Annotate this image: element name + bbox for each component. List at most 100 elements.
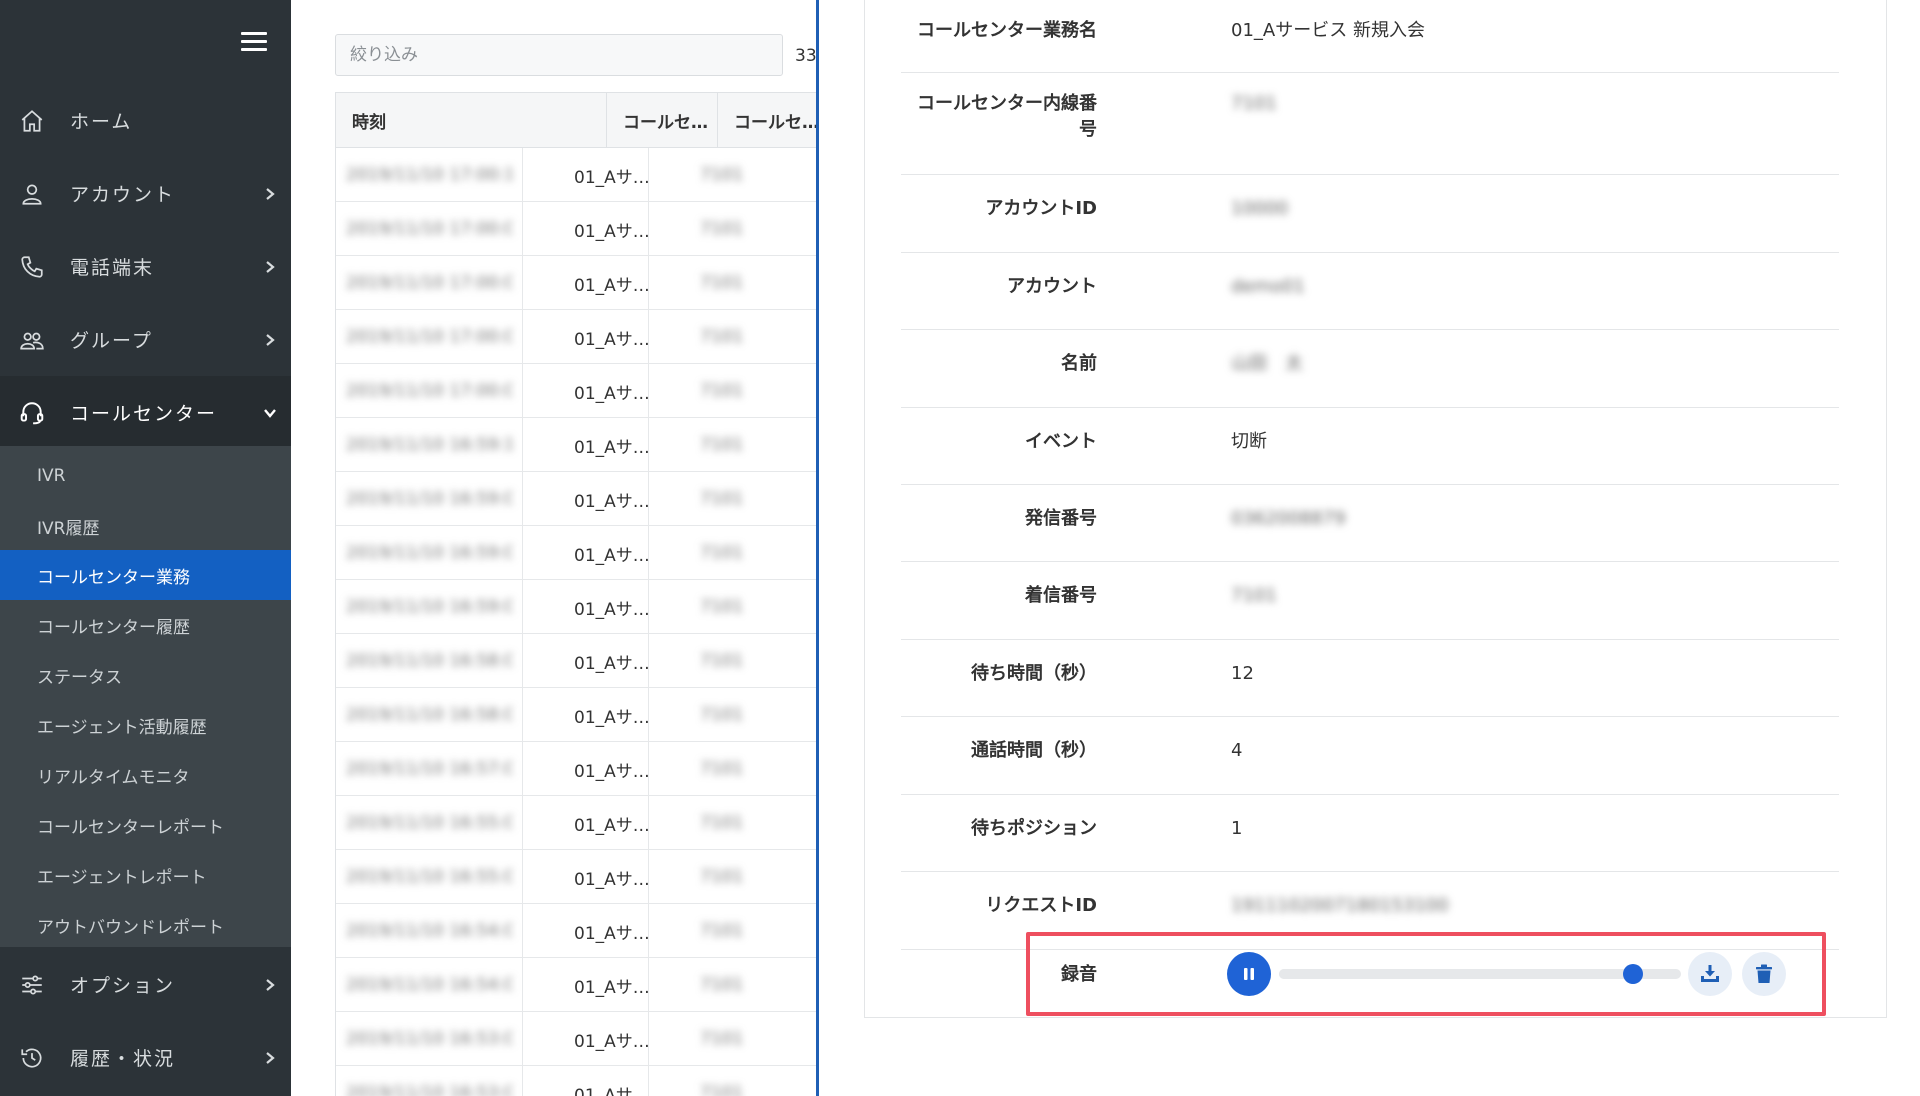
detail-row: イベント 切断 <box>901 408 1839 485</box>
submenu-callcenter-tasks[interactable]: コールセンター業務 <box>0 550 291 600</box>
cell-time: 2019/11/10 16:55:00 <box>346 867 512 887</box>
detail-label: アカウント <box>1007 276 1097 297</box>
submenu-ivr-history[interactable]: IVR履歴 <box>0 501 291 551</box>
chevron-right-icon <box>266 260 275 273</box>
history-icon <box>21 1047 42 1068</box>
detail-row: 着信番号 7101 <box>901 562 1839 640</box>
submenu-realtime-monitor[interactable]: リアルタイムモニタ <box>0 750 291 800</box>
recording-row: 録音 <box>1026 932 1826 1016</box>
column-separator <box>522 148 523 1096</box>
submenu-callcenter-report[interactable]: コールセンターレポート <box>0 800 291 850</box>
submenu-status[interactable]: ステータス <box>0 650 291 700</box>
hamburger-menu-icon[interactable] <box>241 32 267 52</box>
column-header-time[interactable]: 時刻 <box>336 93 607 148</box>
submenu-label: ステータス <box>37 667 122 688</box>
cell-time: 2019/11/10 16:54:00 <box>346 921 512 941</box>
download-button[interactable] <box>1688 952 1732 996</box>
table-row[interactable]: 2019/11/10 17:00:08 01_Aサ… 7101 <box>336 256 818 310</box>
table-row[interactable]: 2019/11/10 17:00:03 01_Aサ… 7101 <box>336 364 818 418</box>
cell-time: 2019/11/10 17:00:08 <box>346 273 512 293</box>
nav-callcenter[interactable]: コールセンター <box>0 376 291 449</box>
submenu-label: アウトバウンドレポート <box>37 917 224 938</box>
nav-phone-label: 電話端末 <box>70 257 155 279</box>
nav-history[interactable]: 履歴・状況 <box>0 1021 291 1094</box>
nav-options[interactable]: オプション <box>0 948 291 1021</box>
records-table: 時刻 コールセ… コールセ… 2019/11/10 17:00:10 01_Aサ…… <box>335 92 818 1096</box>
detail-value: 切断 <box>1231 431 1267 452</box>
delete-button[interactable] <box>1742 952 1786 996</box>
table-row[interactable]: 2019/11/10 16:54:00 01_Aサ… 7101 <box>336 904 818 958</box>
nav-phone[interactable]: 電話端末 <box>0 230 291 303</box>
callcenter-submenu: IVR IVR履歴 コールセンター業務 コールセンター履歴 ステータス エージェ… <box>0 446 291 947</box>
table-row[interactable]: 2019/11/10 16:59:03 01_Aサ… 7101 <box>336 472 818 526</box>
pause-icon <box>1244 968 1254 980</box>
table-row[interactable]: 2019/11/10 17:00:05 01_Aサ… 7101 <box>336 310 818 364</box>
detail-value: 01_Aサービス 新規入会 <box>1231 20 1425 41</box>
detail-row: アカウントID 10000 <box>901 175 1839 253</box>
cell-callcenter-name: 01_Aサ… <box>574 545 650 566</box>
column-header-callcenter-name[interactable]: コールセ… <box>607 93 718 148</box>
detail-label: リクエストID <box>985 895 1097 916</box>
cell-time: 2019/11/10 16:53:00 <box>346 1083 512 1096</box>
cell-callcenter-ext: 7101 <box>700 975 744 995</box>
table-row[interactable]: 2019/11/10 16:55:01 01_Aサ… 7101 <box>336 796 818 850</box>
pause-button[interactable] <box>1227 952 1271 996</box>
cell-callcenter-ext: 7101 <box>700 1029 744 1049</box>
nav-group[interactable]: グループ <box>0 303 291 376</box>
cell-time: 2019/11/10 17:00:03 <box>346 381 512 401</box>
cell-time: 2019/11/10 16:55:01 <box>346 813 512 833</box>
nav-callcenter-label: コールセンター <box>70 403 218 425</box>
pane-divider[interactable] <box>816 0 819 1096</box>
table-row[interactable]: 2019/11/10 17:00:09 01_Aサ… 7101 <box>336 202 818 256</box>
filter-input[interactable] <box>335 34 783 76</box>
home-icon <box>21 109 43 132</box>
detail-value: 0362008879 <box>1231 508 1346 529</box>
cell-callcenter-ext: 7101 <box>700 273 744 293</box>
cell-callcenter-name: 01_Aサ… <box>574 167 650 188</box>
cell-time: 2019/11/10 16:58:00 <box>346 651 512 671</box>
detail-value: 10000 <box>1231 198 1289 219</box>
table-row[interactable]: 2019/11/10 16:58:00 01_Aサ… 7101 <box>336 634 818 688</box>
detail-label: イベント <box>1025 431 1097 452</box>
column-header-callcenter-ext[interactable]: コールセ… <box>718 93 818 148</box>
detail-value: 1911102007180153100 <box>1231 895 1449 916</box>
detail-value: 1 <box>1231 818 1243 839</box>
nav-account-label: アカウント <box>70 184 176 206</box>
submenu-agent-activity[interactable]: エージェント活動履歴 <box>0 700 291 750</box>
table-row[interactable]: 2019/11/10 16:53:00 01_Aサ… 7101 <box>336 1066 818 1096</box>
detail-label: 名前 <box>1061 353 1097 374</box>
cell-callcenter-name: 01_Aサ… <box>574 599 650 620</box>
submenu-callcenter-history[interactable]: コールセンター履歴 <box>0 600 291 650</box>
submenu-outbound-report[interactable]: アウトバウンドレポート <box>0 900 291 950</box>
user-icon <box>22 183 42 205</box>
cell-callcenter-ext: 7101 <box>700 705 744 725</box>
cell-callcenter-ext: 7101 <box>700 219 744 239</box>
table-row[interactable]: 2019/11/10 16:54:00 01_Aサ… 7101 <box>336 958 818 1012</box>
cell-callcenter-name: 01_Aサ… <box>574 491 650 512</box>
cell-callcenter-name: 01_Aサ… <box>574 275 650 296</box>
table-row[interactable]: 2019/11/10 16:59:00 01_Aサ… 7101 <box>336 580 818 634</box>
table-row[interactable]: 2019/11/10 16:59:02 01_Aサ… 7101 <box>336 526 818 580</box>
table-row[interactable]: 2019/11/10 17:00:10 01_Aサ… 7101 <box>336 148 818 202</box>
detail-label: 発信番号 <box>1025 508 1097 529</box>
detail-value: 山田 太 <box>1231 353 1303 374</box>
submenu-ivr[interactable]: IVR <box>0 451 291 501</box>
submenu-label: コールセンターレポート <box>37 817 224 838</box>
submenu-label: エージェントレポート <box>37 867 207 888</box>
table-row[interactable]: 2019/11/10 16:53:00 01_Aサ… 7101 <box>336 1012 818 1066</box>
audio-seek-handle[interactable] <box>1622 964 1643 984</box>
table-row[interactable]: 2019/11/10 16:59:17 01_Aサ… 7101 <box>336 418 818 472</box>
table-row[interactable]: 2019/11/10 16:55:00 01_Aサ… 7101 <box>336 850 818 904</box>
audio-seek-bar[interactable] <box>1279 964 1681 984</box>
headset-icon <box>20 401 44 424</box>
nav-options-label: オプション <box>70 975 176 997</box>
cell-callcenter-name: 01_Aサ… <box>574 1031 650 1052</box>
recording-label: 録音 <box>1061 964 1097 985</box>
submenu-agent-report[interactable]: エージェントレポート <box>0 850 291 900</box>
nav-home[interactable]: ホーム <box>0 84 291 157</box>
detail-row: コールセンター業務名 01_Aサービス 新規入会 <box>901 0 1839 73</box>
detail-label: コールセンター業務名 <box>917 20 1097 41</box>
table-row[interactable]: 2019/11/10 16:57:00 01_Aサ… 7101 <box>336 742 818 796</box>
nav-account[interactable]: アカウント <box>0 157 291 230</box>
table-row[interactable]: 2019/11/10 16:58:00 01_Aサ… 7101 <box>336 688 818 742</box>
